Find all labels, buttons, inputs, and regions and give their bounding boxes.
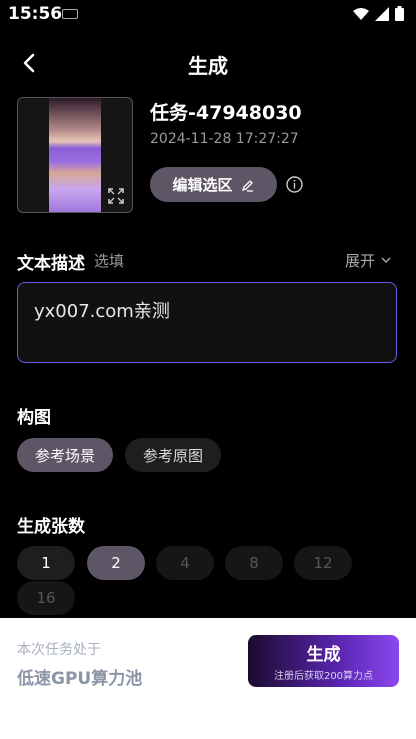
task-title: 任务-47948030 xyxy=(150,102,302,124)
count-value: 4 xyxy=(180,554,190,572)
gpu-pool-caption: 本次任务处于 xyxy=(17,642,101,658)
wifi-icon xyxy=(353,7,369,20)
composition-label: 构图 xyxy=(17,408,51,428)
count-option-12: 12 xyxy=(294,546,352,580)
generate-label: 生成 xyxy=(306,645,341,665)
signal-icon xyxy=(375,6,389,21)
edit-selection-label: 编辑选区 xyxy=(172,176,233,194)
gpu-pool-name: 低速GPU算力池 xyxy=(17,669,143,689)
info-icon[interactable] xyxy=(286,176,303,193)
status-time: 15:56 xyxy=(8,4,63,24)
description-text: yx007.com亲测 xyxy=(34,301,170,322)
battery-icon xyxy=(395,6,404,21)
count-value: 2 xyxy=(111,554,121,572)
optional-label: 选填 xyxy=(94,252,125,270)
composition-option-reference-scene[interactable]: 参考场景 xyxy=(17,438,113,472)
thumbnail-image xyxy=(49,98,101,212)
count-value: 16 xyxy=(36,589,56,607)
count-label: 生成张数 xyxy=(17,517,85,537)
composition-option-reference-original[interactable]: 参考原图 xyxy=(125,438,221,472)
description-label: 文本描述 xyxy=(17,254,85,274)
count-value: 12 xyxy=(313,554,333,572)
page-title: 生成 xyxy=(188,54,228,78)
task-timestamp: 2024-11-28 17:27:27 xyxy=(150,131,299,147)
description-input[interactable]: yx007.com亲测 xyxy=(17,282,397,363)
count-option-1[interactable]: 1 xyxy=(17,546,75,580)
keyboard-icon xyxy=(62,9,78,19)
option-label: 参考原图 xyxy=(142,446,203,465)
count-value: 8 xyxy=(249,554,259,572)
pencil-icon xyxy=(241,179,253,192)
generate-button[interactable]: 生成 注册后获取200算力点 xyxy=(248,635,399,687)
option-label: 参考场景 xyxy=(34,446,95,465)
count-option-8: 8 xyxy=(225,546,283,580)
expand-label: 展开 xyxy=(345,252,376,270)
edit-selection-button[interactable]: 编辑选区 xyxy=(150,167,277,202)
task-thumbnail[interactable] xyxy=(17,97,133,213)
count-value: 1 xyxy=(41,554,51,572)
status-icons xyxy=(353,6,404,21)
generate-sublabel: 注册后获取200算力点 xyxy=(273,671,374,682)
count-option-16: 16 xyxy=(17,581,75,615)
status-bar: 15:56 xyxy=(0,0,416,28)
count-option-4: 4 xyxy=(156,546,214,580)
expand-toggle[interactable]: 展开 xyxy=(345,250,391,271)
count-option-2[interactable]: 2 xyxy=(87,546,145,580)
chevron-down-icon xyxy=(381,257,391,263)
expand-icon[interactable] xyxy=(108,188,124,204)
